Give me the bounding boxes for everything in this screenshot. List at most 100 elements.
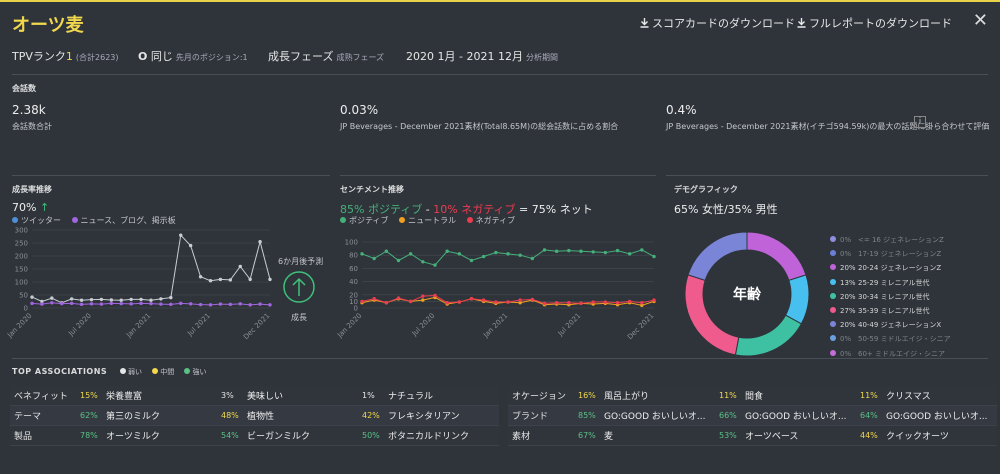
data-point[interactable]: [408, 299, 413, 304]
age-legend-item[interactable]: 0% 50-59 ミドルエイジ・シニア: [830, 334, 951, 348]
data-point[interactable]: [30, 295, 34, 299]
data-point[interactable]: [99, 302, 104, 306]
data-point[interactable]: [384, 301, 389, 305]
association-term[interactable]: オーツミルク: [102, 425, 217, 446]
data-point[interactable]: [421, 294, 425, 298]
data-point[interactable]: [208, 279, 213, 283]
data-point[interactable]: [60, 301, 64, 306]
data-point[interactable]: [554, 301, 559, 305]
data-point[interactable]: [530, 297, 535, 302]
data-point[interactable]: [258, 302, 262, 306]
data-point[interactable]: [591, 250, 595, 254]
donut-slice[interactable]: [734, 314, 803, 357]
data-point[interactable]: [139, 301, 143, 306]
info-icon[interactable]: i: [914, 116, 926, 128]
data-point[interactable]: [433, 293, 437, 298]
age-legend-item[interactable]: 20% 30-34 ミレニアル世代: [830, 292, 951, 306]
association-term[interactable]: GO:GOOD おいしいオ...: [741, 405, 856, 426]
age-legend-item[interactable]: 20% 40-49 ジェネレーションX: [830, 320, 951, 334]
data-point[interactable]: [469, 297, 474, 301]
data-point[interactable]: [445, 249, 449, 253]
data-point[interactable]: [530, 256, 535, 261]
download-scorecard-button[interactable]: スコアカードのダウンロード: [640, 15, 795, 31]
data-point[interactable]: [139, 297, 143, 302]
association-term[interactable]: ナチュラル: [384, 386, 499, 406]
data-point[interactable]: [89, 297, 94, 302]
association-term[interactable]: 麦: [600, 425, 715, 446]
data-point[interactable]: [481, 254, 486, 259]
data-point[interactable]: [433, 263, 437, 267]
data-point[interactable]: [615, 301, 620, 305]
data-point[interactable]: [396, 258, 401, 263]
association-term[interactable]: 美味しい: [243, 386, 358, 406]
data-point[interactable]: [384, 249, 389, 253]
data-point[interactable]: [372, 297, 376, 301]
data-point[interactable]: [268, 303, 272, 307]
data-point[interactable]: [228, 278, 233, 282]
data-point[interactable]: [188, 302, 193, 306]
data-point[interactable]: [69, 301, 74, 306]
data-point[interactable]: [542, 248, 547, 252]
data-point[interactable]: [518, 298, 522, 302]
data-point[interactable]: [506, 300, 510, 304]
data-point[interactable]: [506, 252, 510, 256]
data-point[interactable]: [69, 297, 74, 301]
data-point[interactable]: [248, 277, 252, 282]
data-point[interactable]: [179, 301, 183, 306]
data-point[interactable]: [109, 301, 114, 306]
data-point[interactable]: [360, 252, 364, 256]
data-point[interactable]: [542, 301, 547, 306]
data-point[interactable]: [567, 248, 571, 253]
association-term[interactable]: ボタニカルドリンク: [384, 425, 499, 446]
data-point[interactable]: [627, 299, 632, 304]
data-point[interactable]: [218, 277, 223, 282]
data-point[interactable]: [640, 301, 644, 305]
data-point[interactable]: [579, 301, 583, 306]
data-point[interactable]: [579, 249, 583, 253]
data-point[interactable]: [603, 300, 608, 304]
donut-slice[interactable]: [784, 274, 810, 325]
data-point[interactable]: [89, 302, 94, 306]
data-point[interactable]: [99, 297, 104, 302]
association-term[interactable]: クイックオーツ: [882, 425, 997, 446]
data-point[interactable]: [79, 302, 84, 307]
data-point[interactable]: [50, 296, 54, 300]
data-point[interactable]: [554, 249, 559, 253]
data-point[interactable]: [169, 302, 173, 307]
data-point[interactable]: [457, 252, 462, 256]
data-point[interactable]: [208, 303, 213, 307]
data-point[interactable]: [457, 300, 462, 304]
age-legend-item[interactable]: 0% 17-19 ジェネレーションZ: [830, 249, 951, 263]
data-point[interactable]: [421, 298, 425, 302]
association-term[interactable]: 第三のミルク: [102, 405, 217, 426]
data-point[interactable]: [469, 258, 474, 263]
data-point[interactable]: [119, 298, 123, 302]
data-point[interactable]: [179, 233, 183, 237]
data-point[interactable]: [408, 252, 413, 256]
data-point[interactable]: [567, 301, 571, 305]
donut-slice[interactable]: [687, 231, 748, 282]
data-point[interactable]: [518, 253, 522, 257]
data-point[interactable]: [40, 302, 44, 306]
donut-slice[interactable]: [684, 274, 740, 356]
age-legend-item[interactable]: 27% 35-39 ミレニアル世代: [830, 306, 951, 320]
donut-slice[interactable]: [746, 231, 807, 282]
data-point[interactable]: [159, 297, 163, 301]
data-point[interactable]: [129, 302, 133, 306]
association-term[interactable]: GO:GOOD おいしいオ...: [600, 405, 715, 426]
data-point[interactable]: [149, 301, 153, 306]
data-point[interactable]: [149, 298, 153, 302]
association-term[interactable]: 植物性: [243, 405, 358, 426]
data-point[interactable]: [238, 302, 242, 306]
data-point[interactable]: [603, 250, 608, 255]
data-point[interactable]: [481, 298, 486, 302]
data-point[interactable]: [248, 303, 252, 307]
data-point[interactable]: [258, 240, 262, 244]
data-point[interactable]: [159, 302, 163, 306]
data-point[interactable]: [396, 296, 401, 300]
data-point[interactable]: [198, 302, 203, 307]
data-point[interactable]: [30, 301, 34, 306]
association-term[interactable]: 風呂上がり: [600, 386, 715, 406]
download-report-button[interactable]: フルレポートのダウンロード: [797, 15, 952, 31]
data-point[interactable]: [198, 275, 203, 279]
